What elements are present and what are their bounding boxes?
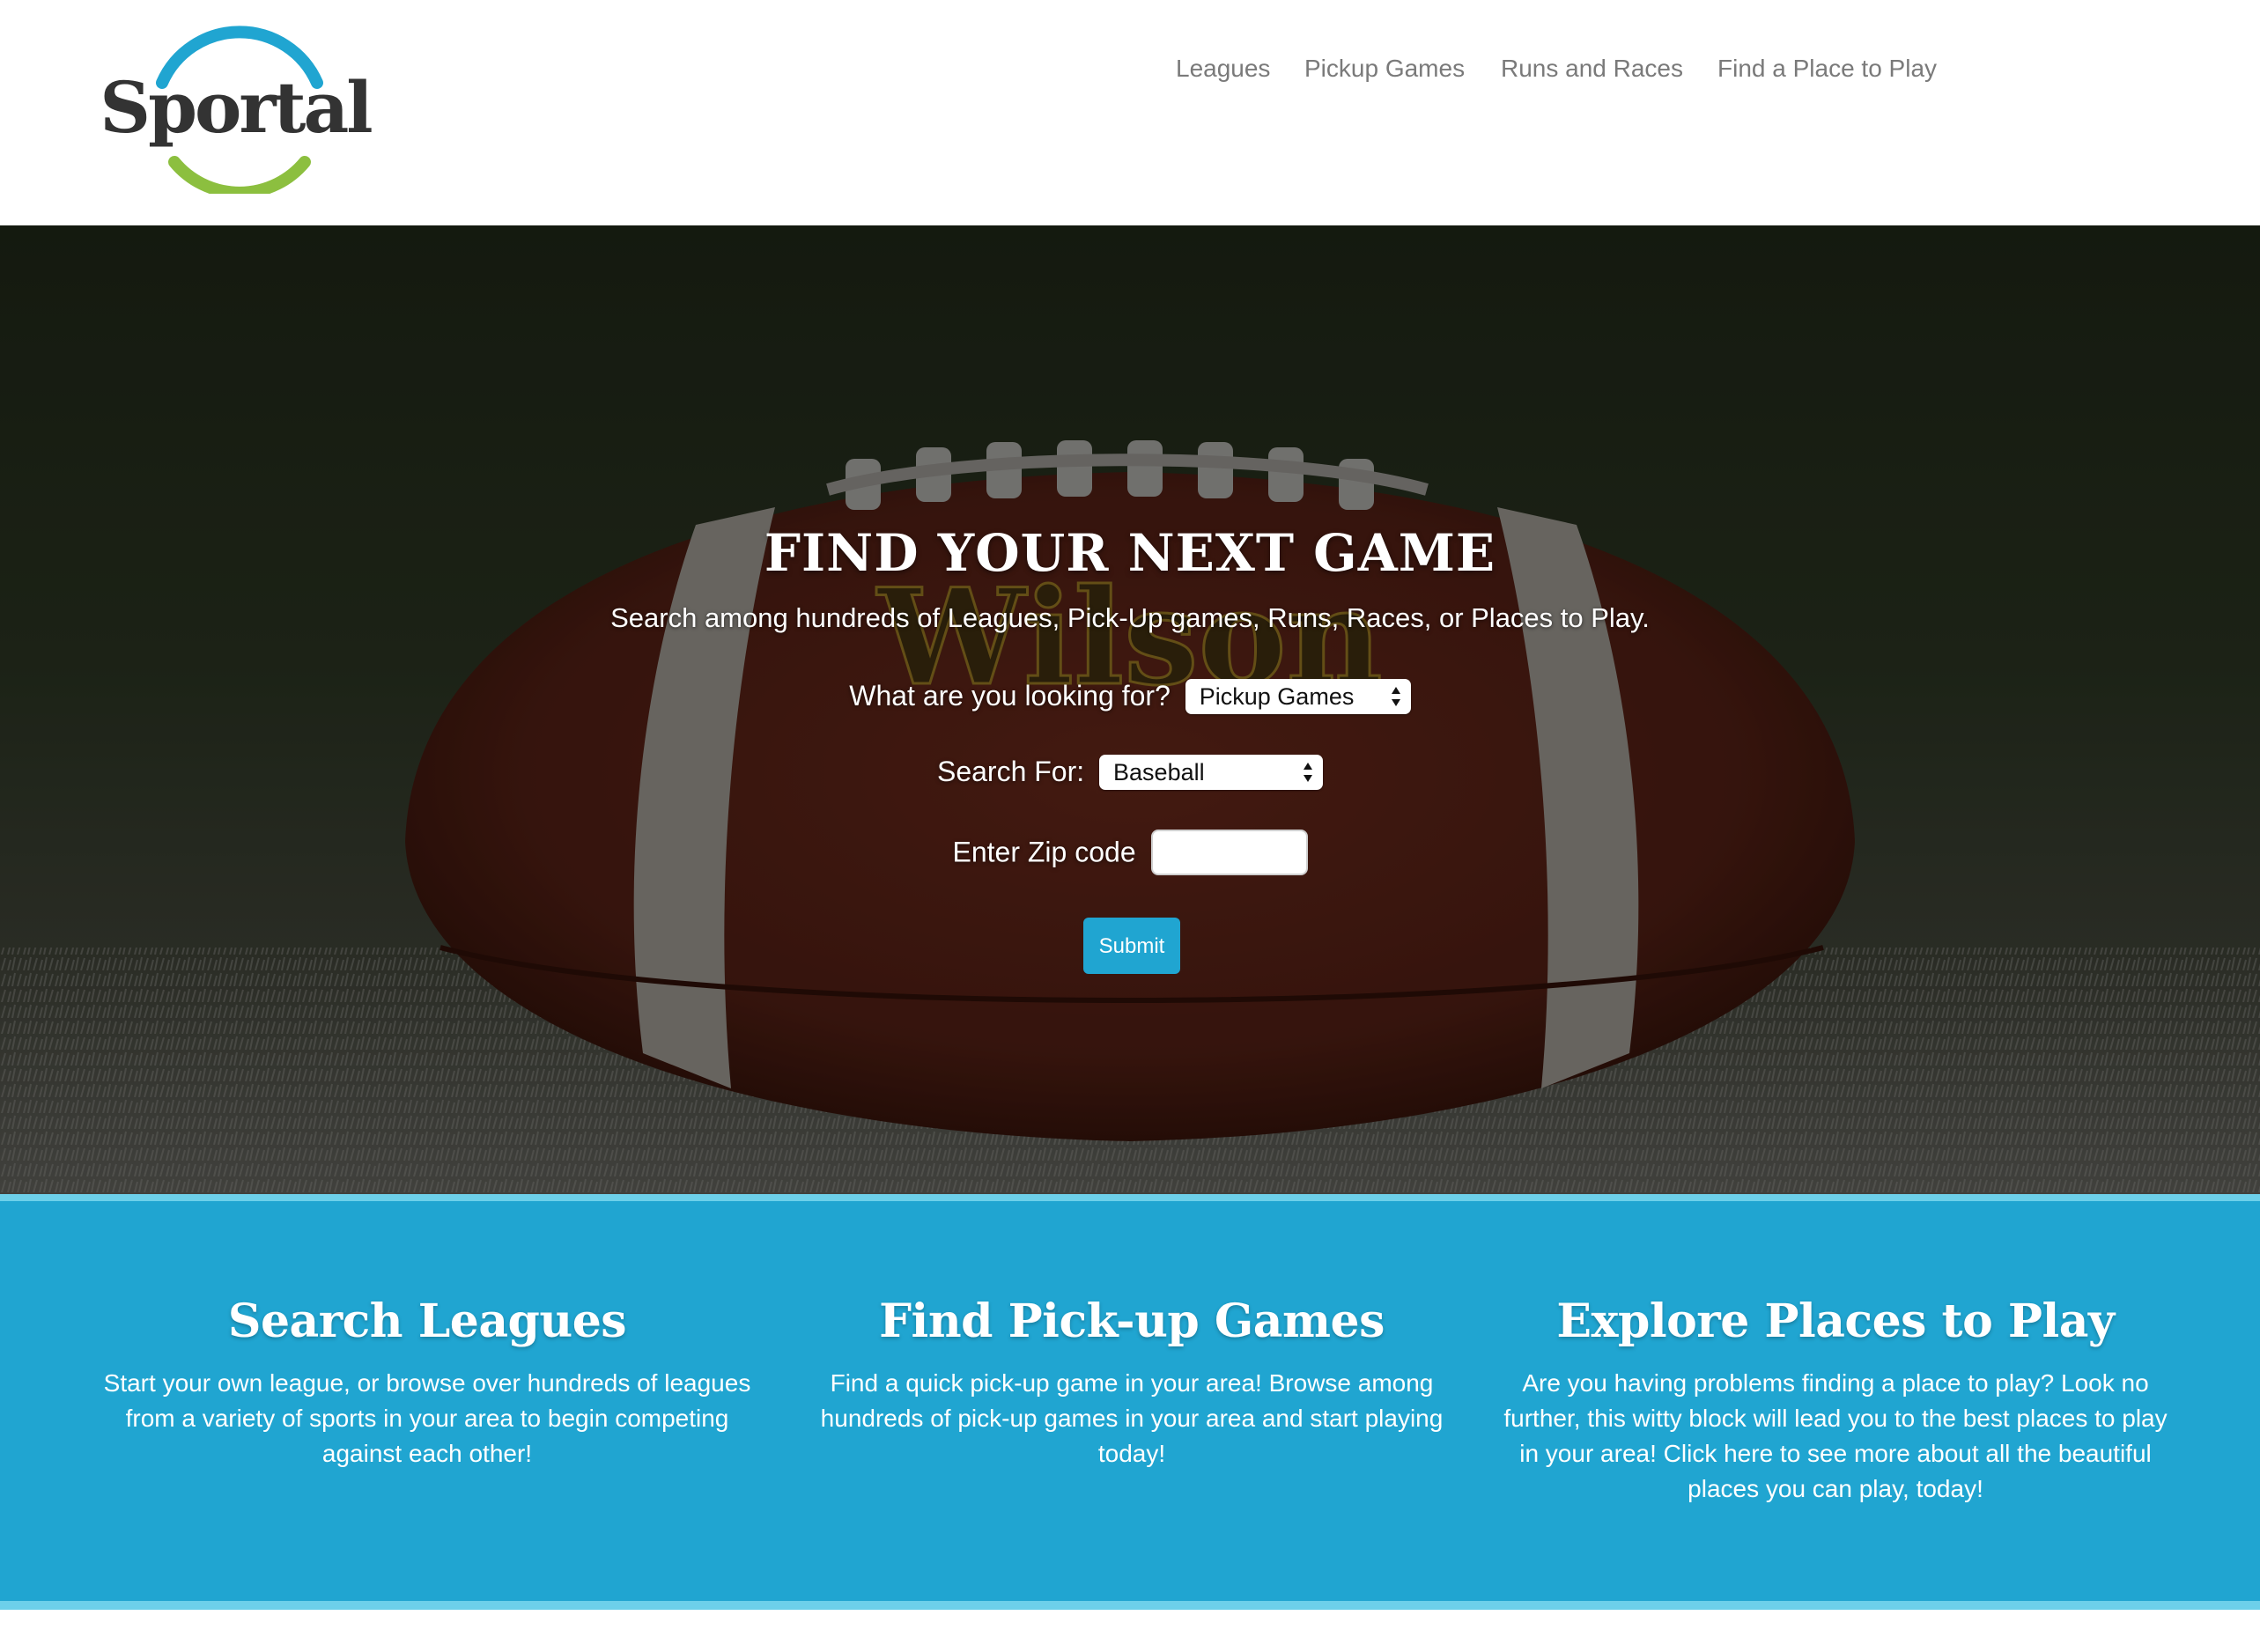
nav-find-a-place-to-play[interactable]: Find a Place to Play — [1717, 55, 1937, 83]
looking-for-row: What are you looking for? Pickup Games — [0, 678, 2260, 714]
feature-title: Find Pick-up Games — [879, 1294, 1385, 1348]
site-header: Sportal Leagues Pickup Games Runs and Ra… — [0, 0, 2260, 225]
zip-label: Enter Zip code — [952, 836, 1136, 868]
feature-text: Find a quick pick-up game in your area! … — [820, 1369, 1444, 1467]
hero-title: FIND YOUR NEXT GAME — [764, 523, 1496, 583]
logo-ring-bottom — [168, 156, 311, 199]
search-for-label: Search For: — [936, 756, 1085, 788]
nav-leagues[interactable]: Leagues — [1176, 55, 1270, 83]
sport-select[interactable]: Baseball — [1099, 754, 1324, 790]
feature-search-leagues[interactable]: Search Leagues Start your own league, or… — [92, 1294, 762, 1471]
band-bottom-border — [0, 1601, 2260, 1610]
band-top-border — [0, 1194, 2260, 1201]
sport-select-value: Baseball — [1113, 758, 1205, 785]
feature-text: Start your own league, or browse over hu… — [103, 1369, 751, 1467]
zip-code-input[interactable] — [1150, 830, 1308, 875]
search-for-row: Search For: Baseball — [0, 754, 2260, 790]
nav-runs-and-races[interactable]: Runs and Races — [1501, 55, 1683, 83]
looking-for-label: What are you looking for? — [849, 680, 1171, 712]
features-section: Search Leagues Start your own league, or… — [0, 1201, 2260, 1601]
main-nav: Leagues Pickup Games Runs and Races Find… — [0, 55, 2260, 90]
feature-title: Explore Places to Play — [1556, 1294, 2115, 1348]
submit-button[interactable]: Submit — [1083, 918, 1180, 974]
select-arrows-icon — [1391, 686, 1400, 706]
search-panel: FIND YOUR NEXT GAME Search among hundred… — [0, 225, 2260, 1194]
looking-for-select[interactable]: Pickup Games — [1185, 678, 1411, 714]
feature-title: Search Leagues — [227, 1294, 627, 1348]
site-logo[interactable]: Sportal — [99, 21, 374, 199]
zip-row: Enter Zip code — [0, 830, 2260, 875]
feature-find-pickup-games[interactable]: Find Pick-up Games Find a quick pick-up … — [797, 1294, 1466, 1471]
feature-text: Are you having problems finding a place … — [1503, 1369, 2168, 1502]
nav-pickup-games[interactable]: Pickup Games — [1304, 55, 1465, 83]
looking-for-value: Pickup Games — [1199, 682, 1355, 710]
select-arrows-icon — [1304, 762, 1313, 782]
hero-section: Wilson FIND YOUR NEXT GAME Search among … — [0, 225, 2260, 1194]
feature-explore-places[interactable]: Explore Places to Play Are you having pr… — [1501, 1294, 2170, 1507]
hero-subtitle: Search among hundreds of Leagues, Pick-U… — [610, 602, 1650, 633]
